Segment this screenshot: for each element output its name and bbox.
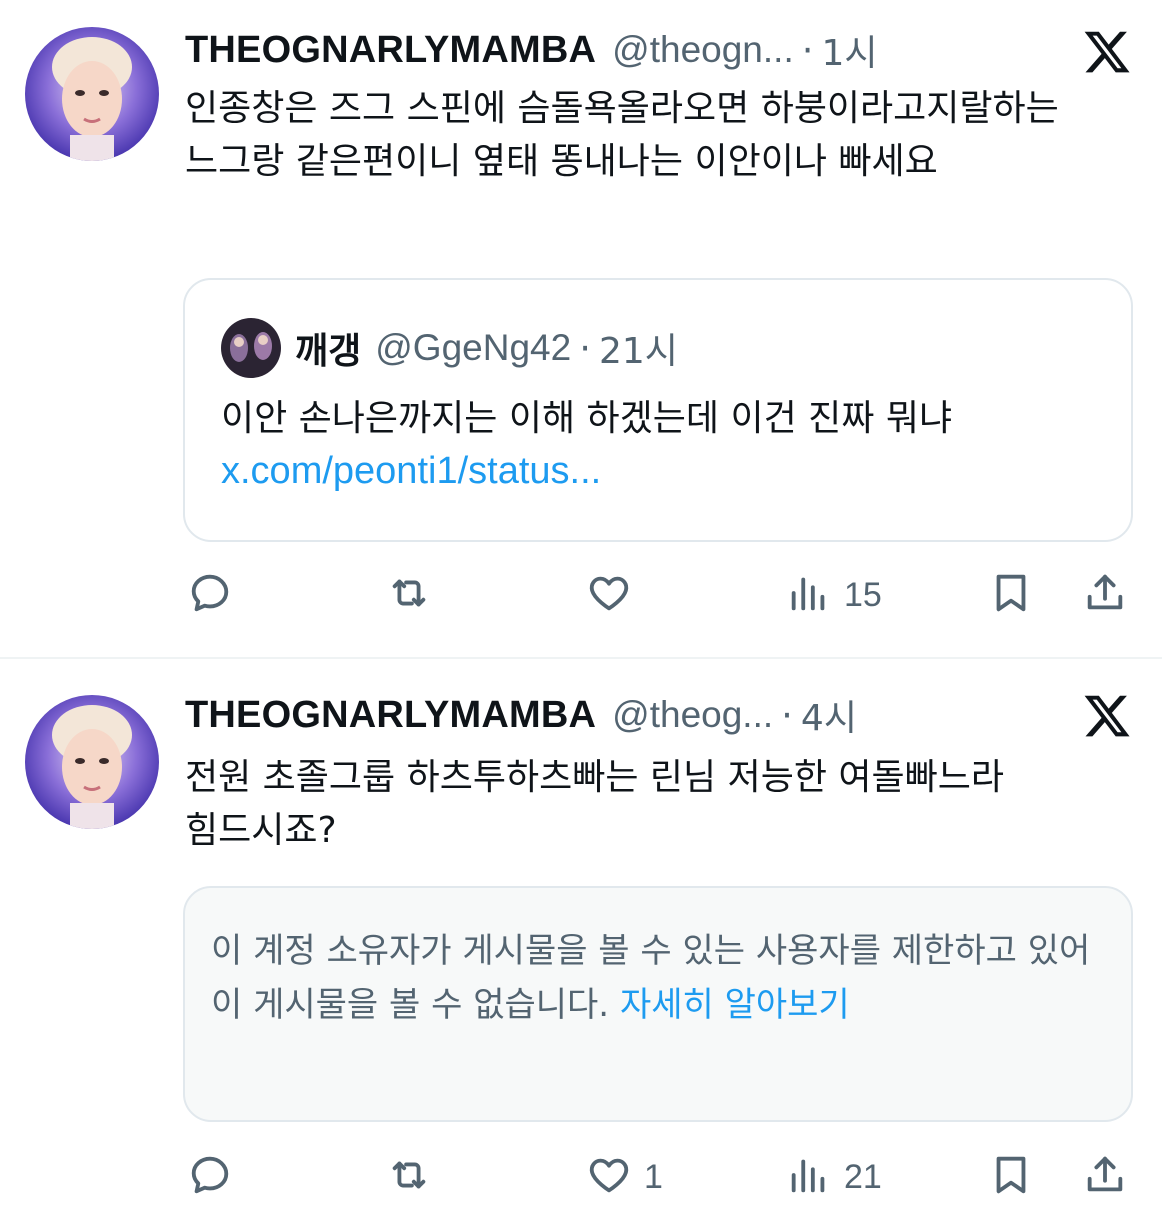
reply-icon xyxy=(187,1152,233,1202)
reply-button[interactable] xyxy=(187,1147,245,1207)
tweet-header: THEOGNARLYMAMBA @theogn... · 1시 xyxy=(185,20,878,80)
separator: · xyxy=(579,326,591,370)
views-count: 21 xyxy=(844,1157,882,1196)
quote-handle: @GgeNg42 xyxy=(375,327,572,368)
restricted-text: 이 계정 소유자가 게시물을 볼 수 있는 사용자를 제한하고 있어 이 게시물… xyxy=(211,924,1111,1032)
retweet-icon xyxy=(386,570,432,620)
quoted-tweet[interactable]: 깨갱 @GgeNg42 · 21시 이안 손나은까지는 이해 하겠는데 이건 진… xyxy=(183,278,1133,542)
separator: · xyxy=(801,28,814,72)
quote-display-name: 깨갱 xyxy=(295,331,362,372)
like-button[interactable] xyxy=(586,565,644,625)
heart-icon xyxy=(586,570,632,620)
quote-timestamp: 21시 xyxy=(598,331,678,372)
action-bar: 1 21 xyxy=(0,1147,1162,1207)
quote-link[interactable]: x.com/peonti1/status... xyxy=(221,450,601,493)
views-count: 15 xyxy=(844,575,882,614)
tweet-header: THEOGNARLYMAMBA @theog... · 4시 xyxy=(185,685,857,745)
bookmark-icon xyxy=(988,570,1034,620)
bookmark-button[interactable] xyxy=(988,1147,1034,1207)
quote-header: 깨갱 @GgeNg42 · 21시 xyxy=(295,320,678,376)
tweet-text: 전원 초졸그룹 하츠투하츠빠는 린님 저능한 여돌빠느라 힘드시죠? xyxy=(185,757,1004,851)
display-name[interactable]: THEOGNARLYMAMBA xyxy=(185,694,596,737)
share-icon xyxy=(1082,570,1128,620)
share-button[interactable] xyxy=(1082,565,1128,625)
x-logo-icon xyxy=(1082,27,1132,77)
x-logo-icon xyxy=(1082,691,1132,741)
retweet-button[interactable] xyxy=(386,1147,444,1207)
timestamp[interactable]: 1시 xyxy=(822,24,878,76)
tweet-1[interactable]: THEOGNARLYMAMBA @theogn... · 1시 인종창은 즈그 … xyxy=(0,0,1162,657)
restricted-post-notice: 이 계정 소유자가 게시물을 볼 수 있는 사용자를 제한하고 있어 이 게시물… xyxy=(183,886,1133,1122)
retweet-icon xyxy=(386,1152,432,1202)
like-button[interactable]: 1 xyxy=(586,1147,663,1207)
handle[interactable]: @theogn... xyxy=(612,29,794,71)
quote-text: 이안 손나은까지는 이해 하겠는데 이건 진짜 뭐냐 xyxy=(221,398,953,439)
views-icon xyxy=(786,1152,832,1202)
avatar[interactable] xyxy=(25,695,159,829)
views-button[interactable]: 15 xyxy=(786,565,882,625)
tweet-2[interactable]: THEOGNARLYMAMBA @theog... · 4시 전원 초졸그룹 하… xyxy=(0,659,1162,1200)
timestamp[interactable]: 4시 xyxy=(801,689,857,741)
heart-icon xyxy=(586,1152,632,1202)
like-count: 1 xyxy=(644,1157,663,1196)
learn-more-link[interactable]: 자세히 알아보기 xyxy=(620,985,850,1025)
share-icon xyxy=(1082,1152,1128,1202)
quote-avatar xyxy=(221,318,281,378)
avatar[interactable] xyxy=(25,27,159,161)
views-icon xyxy=(786,570,832,620)
reply-button[interactable] xyxy=(187,565,245,625)
action-bar: 15 xyxy=(0,565,1162,625)
separator: · xyxy=(781,693,793,737)
share-button[interactable] xyxy=(1082,1147,1128,1207)
tweet-text: 인종창은 즈그 스핀에 슴돌욕올라오면 하붕이라고지랄하는 느그랑 같은편이니 … xyxy=(185,88,1059,182)
retweet-button[interactable] xyxy=(386,565,444,625)
display-name[interactable]: THEOGNARLYMAMBA xyxy=(185,29,596,72)
handle[interactable]: @theog... xyxy=(612,694,773,736)
reply-icon xyxy=(187,570,233,620)
bookmark-icon xyxy=(988,1152,1034,1202)
bookmark-button[interactable] xyxy=(988,565,1034,625)
views-button[interactable]: 21 xyxy=(786,1147,882,1207)
